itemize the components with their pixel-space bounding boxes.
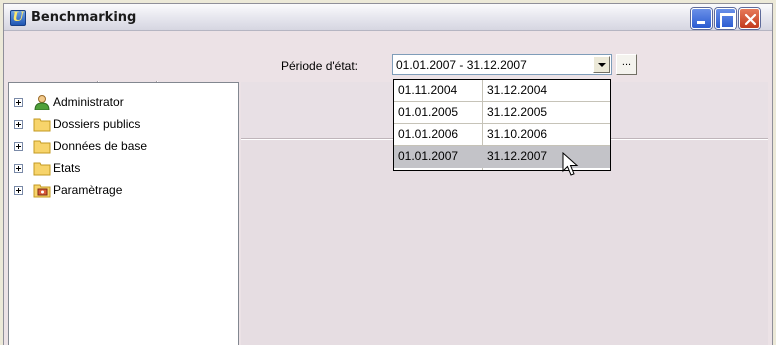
tree-item-donnees-de-base[interactable]: Données de base [9,137,239,158]
close-icon [744,13,757,26]
period-option[interactable]: 01.01.2006 31.10.2006 [394,124,610,146]
period-browse-button[interactable]: ... [616,54,637,75]
folder-icon [33,162,51,176]
folder-icon [33,140,51,154]
folder-icon [33,118,51,132]
period-label: Période d'état: [281,59,359,73]
tree-item-parametrage[interactable]: Paramètrage [9,181,239,202]
window-title: Benchmarking [31,10,137,25]
period-option-start: 01.01.2006 [398,127,459,141]
tree-item-label: Administrator [53,95,124,109]
period-option-end: 31.10.2006 [487,127,548,141]
period-combobox[interactable]: 01.01.2007 - 31.12.2007 [392,54,612,75]
expand-icon[interactable] [14,120,23,129]
tree-item-label: Dossiers publics [53,117,141,131]
tree-item-etats[interactable]: Etats [9,159,239,180]
period-option-end: 31.12.2005 [487,105,548,119]
expand-icon[interactable] [14,98,23,107]
expand-icon[interactable] [14,164,23,173]
app-icon[interactable]: U [10,10,26,26]
mouse-pointer-icon [562,152,579,176]
navigation-tree: Administrator Dossiers publics Données d… [8,82,239,345]
period-option-start: 01.11.2004 [398,83,458,97]
period-option-end: 31.12.2004 [487,83,548,97]
period-option[interactable]: 01.01.2005 31.12.2005 [394,102,610,124]
expand-icon[interactable] [14,142,23,151]
expand-icon[interactable] [14,186,23,195]
tree-item-label: Etats [53,161,81,175]
period-option-start: 01.01.2005 [398,105,459,119]
user-icon [34,95,50,110]
close-button[interactable] [739,8,760,29]
title-bar[interactable]: U Benchmarking [4,4,772,31]
settings-icon [33,184,51,198]
tree-item-dossiers-publics[interactable]: Dossiers publics [9,115,239,136]
tree-item-administrator[interactable]: Administrator [9,93,239,114]
chevron-down-icon[interactable] [593,56,610,73]
period-option-end: 31.12.2007 [487,149,548,163]
tree-item-label: Paramètrage [53,183,123,197]
tree-item-label: Données de base [53,139,148,153]
minimize-button[interactable] [691,8,712,29]
period-option[interactable]: 01.11.2004 31.12.2004 [394,80,610,102]
period-option-start: 01.01.2007 [398,149,459,163]
maximize-button[interactable] [715,8,736,29]
period-value: 01.01.2007 - 31.12.2007 [396,58,527,72]
